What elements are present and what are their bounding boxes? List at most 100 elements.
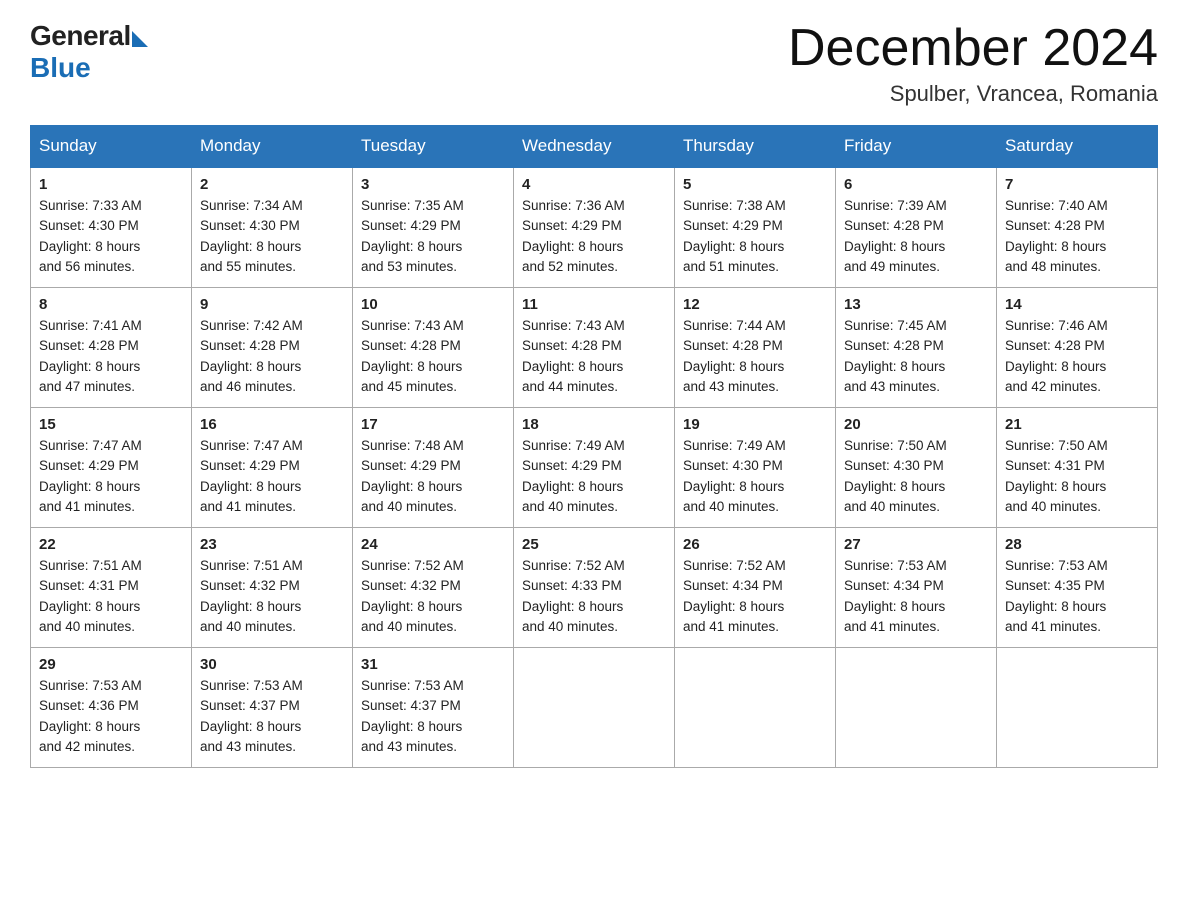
calendar-cell: 10Sunrise: 7:43 AMSunset: 4:28 PMDayligh… xyxy=(353,288,514,408)
title-area: December 2024 Spulber, Vrancea, Romania xyxy=(788,20,1158,107)
day-number: 11 xyxy=(522,296,666,313)
day-info: Sunrise: 7:47 AMSunset: 4:29 PMDaylight:… xyxy=(200,436,344,517)
day-info: Sunrise: 7:33 AMSunset: 4:30 PMDaylight:… xyxy=(39,196,183,277)
day-number: 9 xyxy=(200,296,344,313)
calendar-cell: 4Sunrise: 7:36 AMSunset: 4:29 PMDaylight… xyxy=(514,167,675,288)
day-number: 20 xyxy=(844,416,988,433)
calendar-cell: 26Sunrise: 7:52 AMSunset: 4:34 PMDayligh… xyxy=(675,528,836,648)
calendar-cell: 21 Sunrise: 7:50 AMSunset: 4:31 PMDayligh… xyxy=(997,408,1158,528)
calendar-cell: 19 Sunrise: 7:49 AMSunset: 4:30 PMDayligh… xyxy=(675,408,836,528)
day-number: 4 xyxy=(522,176,666,193)
day-info: Sunrise: 7:43 AMSunset: 4:28 PMDaylight:… xyxy=(522,316,666,397)
calendar-week-row: 8Sunrise: 7:41 AMSunset: 4:28 PMDaylight… xyxy=(31,288,1158,408)
day-info: Sunrise: 7:47 AMSunset: 4:29 PMDaylight:… xyxy=(39,436,183,517)
day-number: 31 xyxy=(361,656,505,673)
day-number: 3 xyxy=(361,176,505,193)
day-number: 28 xyxy=(1005,536,1149,553)
calendar-cell: 15 Sunrise: 7:47 AMSunset: 4:29 PMDayligh… xyxy=(31,408,192,528)
day-info: Sunrise: 7:52 AMSunset: 4:33 PMDaylight:… xyxy=(522,556,666,637)
calendar-cell: 12Sunrise: 7:44 AMSunset: 4:28 PMDayligh… xyxy=(675,288,836,408)
logo: General Blue xyxy=(30,20,148,84)
day-info: Sunrise: 7:48 AMSunset: 4:29 PMDaylight:… xyxy=(361,436,505,517)
day-info: Sunrise: 7:53 AMSunset: 4:37 PMDaylight:… xyxy=(200,676,344,757)
calendar-cell: 9 Sunrise: 7:42 AMSunset: 4:28 PMDaylight… xyxy=(192,288,353,408)
calendar-cell: 29 Sunrise: 7:53 AMSunset: 4:36 PMDayligh… xyxy=(31,648,192,768)
day-number: 13 xyxy=(844,296,988,313)
calendar-cell xyxy=(675,648,836,768)
calendar-cell: 23 Sunrise: 7:51 AMSunset: 4:32 PMDayligh… xyxy=(192,528,353,648)
day-number: 24 xyxy=(361,536,505,553)
day-number: 6 xyxy=(844,176,988,193)
day-info: Sunrise: 7:52 AMSunset: 4:34 PMDaylight:… xyxy=(683,556,827,637)
day-info: Sunrise: 7:46 AMSunset: 4:28 PMDaylight:… xyxy=(1005,316,1149,397)
calendar-cell xyxy=(514,648,675,768)
day-number: 29 xyxy=(39,656,183,673)
day-number: 7 xyxy=(1005,176,1149,193)
page-header: General Blue December 2024 Spulber, Vran… xyxy=(30,20,1158,107)
day-info: Sunrise: 7:45 AMSunset: 4:28 PMDaylight:… xyxy=(844,316,988,397)
col-header-tuesday: Tuesday xyxy=(353,126,514,168)
calendar-table: SundayMondayTuesdayWednesdayThursdayFrid… xyxy=(30,125,1158,768)
calendar-cell: 14Sunrise: 7:46 AMSunset: 4:28 PMDayligh… xyxy=(997,288,1158,408)
calendar-cell: 2 Sunrise: 7:34 AMSunset: 4:30 PMDaylight… xyxy=(192,167,353,288)
calendar-cell: 17 Sunrise: 7:48 AMSunset: 4:29 PMDayligh… xyxy=(353,408,514,528)
day-number: 17 xyxy=(361,416,505,433)
day-number: 22 xyxy=(39,536,183,553)
day-info: Sunrise: 7:51 AMSunset: 4:32 PMDaylight:… xyxy=(200,556,344,637)
day-info: Sunrise: 7:50 AMSunset: 4:31 PMDaylight:… xyxy=(1005,436,1149,517)
calendar-cell: 18Sunrise: 7:49 AMSunset: 4:29 PMDayligh… xyxy=(514,408,675,528)
day-number: 2 xyxy=(200,176,344,193)
col-header-thursday: Thursday xyxy=(675,126,836,168)
calendar-cell: 22 Sunrise: 7:51 AMSunset: 4:31 PMDayligh… xyxy=(31,528,192,648)
calendar-cell: 31Sunrise: 7:53 AMSunset: 4:37 PMDayligh… xyxy=(353,648,514,768)
calendar-week-row: 29 Sunrise: 7:53 AMSunset: 4:36 PMDayligh… xyxy=(31,648,1158,768)
day-info: Sunrise: 7:50 AMSunset: 4:30 PMDaylight:… xyxy=(844,436,988,517)
day-info: Sunrise: 7:40 AMSunset: 4:28 PMDaylight:… xyxy=(1005,196,1149,277)
col-header-wednesday: Wednesday xyxy=(514,126,675,168)
calendar-cell: 24Sunrise: 7:52 AMSunset: 4:32 PMDayligh… xyxy=(353,528,514,648)
calendar-cell: 16 Sunrise: 7:47 AMSunset: 4:29 PMDayligh… xyxy=(192,408,353,528)
calendar-week-row: 15 Sunrise: 7:47 AMSunset: 4:29 PMDayligh… xyxy=(31,408,1158,528)
day-number: 25 xyxy=(522,536,666,553)
calendar-cell: 8Sunrise: 7:41 AMSunset: 4:28 PMDaylight… xyxy=(31,288,192,408)
day-info: Sunrise: 7:49 AMSunset: 4:30 PMDaylight:… xyxy=(683,436,827,517)
day-number: 19 xyxy=(683,416,827,433)
day-info: Sunrise: 7:35 AMSunset: 4:29 PMDaylight:… xyxy=(361,196,505,277)
day-number: 10 xyxy=(361,296,505,313)
calendar-cell xyxy=(997,648,1158,768)
day-info: Sunrise: 7:34 AMSunset: 4:30 PMDaylight:… xyxy=(200,196,344,277)
calendar-cell: 3 Sunrise: 7:35 AMSunset: 4:29 PMDaylight… xyxy=(353,167,514,288)
logo-triangle-icon xyxy=(132,31,148,47)
day-number: 30 xyxy=(200,656,344,673)
day-info: Sunrise: 7:38 AMSunset: 4:29 PMDaylight:… xyxy=(683,196,827,277)
day-info: Sunrise: 7:44 AMSunset: 4:28 PMDaylight:… xyxy=(683,316,827,397)
col-header-saturday: Saturday xyxy=(997,126,1158,168)
col-header-sunday: Sunday xyxy=(31,126,192,168)
calendar-cell: 1Sunrise: 7:33 AMSunset: 4:30 PMDaylight… xyxy=(31,167,192,288)
day-info: Sunrise: 7:49 AMSunset: 4:29 PMDaylight:… xyxy=(522,436,666,517)
calendar-cell: 27Sunrise: 7:53 AMSunset: 4:34 PMDayligh… xyxy=(836,528,997,648)
day-info: Sunrise: 7:51 AMSunset: 4:31 PMDaylight:… xyxy=(39,556,183,637)
calendar-week-row: 22 Sunrise: 7:51 AMSunset: 4:31 PMDayligh… xyxy=(31,528,1158,648)
day-number: 15 xyxy=(39,416,183,433)
calendar-cell: 30 Sunrise: 7:53 AMSunset: 4:37 PMDayligh… xyxy=(192,648,353,768)
calendar-cell: 13 Sunrise: 7:45 AMSunset: 4:28 PMDayligh… xyxy=(836,288,997,408)
day-info: Sunrise: 7:53 AMSunset: 4:34 PMDaylight:… xyxy=(844,556,988,637)
day-number: 16 xyxy=(200,416,344,433)
calendar-cell: 5Sunrise: 7:38 AMSunset: 4:29 PMDaylight… xyxy=(675,167,836,288)
col-header-monday: Monday xyxy=(192,126,353,168)
calendar-cell: 6 Sunrise: 7:39 AMSunset: 4:28 PMDaylight… xyxy=(836,167,997,288)
day-info: Sunrise: 7:42 AMSunset: 4:28 PMDaylight:… xyxy=(200,316,344,397)
day-info: Sunrise: 7:53 AMSunset: 4:35 PMDaylight:… xyxy=(1005,556,1149,637)
calendar-cell: 25 Sunrise: 7:52 AMSunset: 4:33 PMDayligh… xyxy=(514,528,675,648)
day-number: 21 xyxy=(1005,416,1149,433)
day-number: 23 xyxy=(200,536,344,553)
location-subtitle: Spulber, Vrancea, Romania xyxy=(788,81,1158,107)
calendar-week-row: 1Sunrise: 7:33 AMSunset: 4:30 PMDaylight… xyxy=(31,167,1158,288)
col-header-friday: Friday xyxy=(836,126,997,168)
day-number: 8 xyxy=(39,296,183,313)
day-info: Sunrise: 7:53 AMSunset: 4:36 PMDaylight:… xyxy=(39,676,183,757)
calendar-header-row: SundayMondayTuesdayWednesdayThursdayFrid… xyxy=(31,126,1158,168)
day-info: Sunrise: 7:39 AMSunset: 4:28 PMDaylight:… xyxy=(844,196,988,277)
calendar-cell: 20 Sunrise: 7:50 AMSunset: 4:30 PMDayligh… xyxy=(836,408,997,528)
